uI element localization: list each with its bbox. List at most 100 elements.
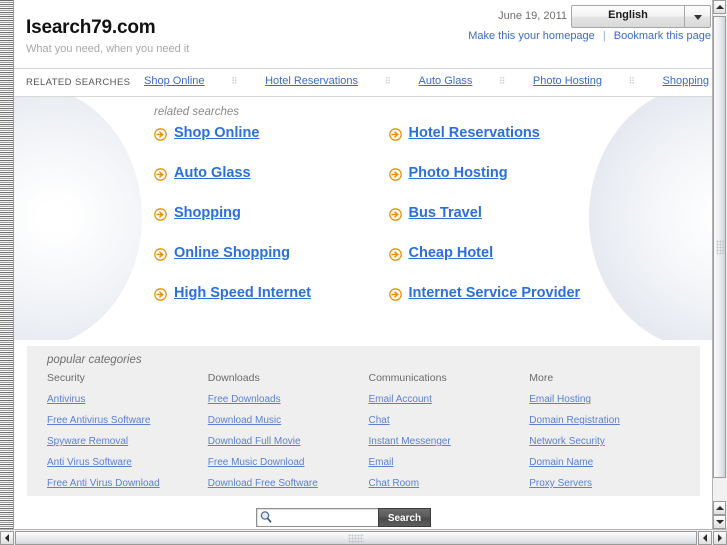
link-cell: Photo Hosting <box>388 165 624 205</box>
header-link-separator: | <box>602 30 606 42</box>
scroll-up-button[interactable] <box>713 0 726 14</box>
related-search-link[interactable]: Shop Online <box>174 125 259 141</box>
arrow-right-circle-icon <box>388 248 402 261</box>
popular-categories-title: popular categories <box>47 354 142 366</box>
related-search-nav-link[interactable]: Photo Hosting <box>533 75 602 87</box>
category-link[interactable]: Antivirus <box>47 394 208 405</box>
scroll-left-button[interactable] <box>0 531 14 545</box>
category-heading: More <box>529 372 554 384</box>
related-search-nav-link[interactable]: Auto Glass <box>419 75 473 87</box>
horizontal-scrollbar[interactable] <box>0 529 727 545</box>
search-icon <box>259 510 273 524</box>
arrow-right-circle-icon <box>154 248 167 261</box>
nav-separator-dots <box>472 77 533 86</box>
link-row: Shop Online Hotel Reservations <box>154 125 623 165</box>
category-link[interactable]: Domain Name <box>529 457 690 468</box>
category-heading: Downloads <box>207 372 260 384</box>
scroll-up-button-secondary[interactable] <box>713 501 726 515</box>
category-link[interactable]: Free Anti Virus Download <box>47 478 208 489</box>
arrow-right-circle-icon <box>154 128 167 141</box>
related-search-nav-link[interactable]: Hotel Reservations <box>265 75 358 87</box>
search-input[interactable] <box>275 510 378 523</box>
category-link[interactable]: Chat <box>369 415 530 426</box>
category-link[interactable]: Instant Messenger <box>369 436 530 447</box>
category-link[interactable]: Email Account <box>369 394 530 405</box>
category-heading: Security <box>47 372 85 384</box>
make-homepage-link[interactable]: Make this your homepage <box>468 30 595 42</box>
related-search-nav-link[interactable]: Shop Online <box>144 75 205 87</box>
arrow-right-icon <box>718 534 722 542</box>
category-link[interactable]: Email <box>369 457 530 468</box>
category-link[interactable]: Free Music Download <box>208 457 369 468</box>
related-search-link[interactable]: Photo Hosting <box>409 165 508 181</box>
link-row: High Speed Internet Internet Service Prov… <box>154 285 623 325</box>
arrow-down-icon <box>715 520 724 524</box>
arrow-up-icon <box>715 506 724 510</box>
related-search-link[interactable]: Shopping <box>174 205 241 221</box>
scrollbar-grip <box>716 240 724 254</box>
related-search-link[interactable]: Online Shopping <box>174 245 290 261</box>
related-searches-nav: Shop Online Hotel Reservations Auto Glass P… <box>144 75 709 87</box>
category-link[interactable]: Anti Virus Software <box>47 457 208 468</box>
category-column: Security Antivirus Free Antivirus Software… <box>47 372 208 499</box>
search-input-wrapper[interactable] <box>256 508 381 527</box>
related-search-link[interactable]: Hotel Reservations <box>409 125 540 141</box>
language-select-divider <box>684 6 685 27</box>
site-logo: Isearch79.com <box>26 17 156 38</box>
language-select[interactable]: English <box>571 5 711 28</box>
category-link[interactable]: Free Downloads <box>208 394 369 405</box>
link-cell: High Speed Internet <box>154 285 389 325</box>
category-link[interactable]: Email Hosting <box>529 394 690 405</box>
current-date: June 19, 2011 <box>498 10 567 22</box>
category-link[interactable]: Download Free Software <box>208 478 369 489</box>
related-search-nav-link[interactable]: Shopping <box>663 75 710 87</box>
category-column: Communications Email Account Chat Instant M… <box>369 372 530 499</box>
bookmark-page-link[interactable]: Bookmark this page <box>614 30 711 42</box>
main-section-title: related searches <box>154 106 240 118</box>
link-cell: Bus Travel <box>388 205 624 245</box>
category-link[interactable]: Download Full Movie <box>208 436 369 447</box>
nav-separator-dots <box>602 77 663 86</box>
scroll-right-button[interactable] <box>713 531 727 545</box>
category-link[interactable]: Network Security <box>529 436 690 447</box>
related-search-link[interactable]: Cheap Hotel <box>409 245 494 261</box>
link-cell: Shopping <box>154 205 389 245</box>
related-searches-main: related searches Shop Online Hotel Reserv… <box>14 97 713 340</box>
popular-categories-panel: popular categories Security Antivirus Free… <box>27 346 700 496</box>
link-cell: Internet Service Provider <box>388 285 624 325</box>
page-content: Isearch79.com What you need, when you ne… <box>14 0 713 529</box>
link-row: Shopping Bus Travel <box>154 205 623 245</box>
related-search-link[interactable]: High Speed Internet <box>174 285 311 301</box>
category-link[interactable]: Spyware Removal <box>47 436 208 447</box>
related-search-link[interactable]: Bus Travel <box>409 205 482 221</box>
related-search-link[interactable]: Internet Service Provider <box>409 285 581 301</box>
category-link[interactable]: Proxy Servers <box>529 478 690 489</box>
link-row: Online Shopping Cheap Hotel <box>154 245 623 285</box>
vertical-scrollbar[interactable] <box>712 0 727 529</box>
arrow-right-circle-icon <box>154 168 167 181</box>
arrow-right-circle-icon <box>154 288 167 301</box>
horizontal-scrollbar-thumb[interactable] <box>15 531 697 545</box>
category-link[interactable]: Free Antivirus Software <box>47 415 208 426</box>
nav-separator-dots <box>205 77 266 86</box>
category-link[interactable]: Domain Registration <box>529 415 690 426</box>
category-link[interactable]: Chat Room <box>369 478 530 489</box>
related-search-link[interactable]: Auto Glass <box>174 165 251 181</box>
category-column: Downloads Free Downloads Download Music Dow… <box>208 372 369 499</box>
chevron-down-icon <box>694 15 702 20</box>
category-link[interactable]: Download Music <box>208 415 369 426</box>
scroll-left-button-secondary[interactable] <box>698 531 712 545</box>
related-searches-strip: RELATED SEARCHES Shop Online Hotel Reserv… <box>14 69 713 97</box>
search-button[interactable]: Search <box>378 508 431 527</box>
browser-viewport: Isearch79.com What you need, when you ne… <box>0 0 727 545</box>
arrow-right-circle-icon <box>388 168 402 181</box>
arrow-left-icon <box>703 534 707 542</box>
left-gutter-texture <box>0 0 14 529</box>
related-searches-label: RELATED SEARCHES <box>26 77 131 88</box>
arrow-right-circle-icon <box>388 208 402 221</box>
popular-categories-columns: Security Antivirus Free Antivirus Software… <box>47 372 690 499</box>
language-select-value: English <box>608 9 648 21</box>
link-cell: Online Shopping <box>154 245 389 285</box>
scroll-down-button[interactable] <box>713 515 726 529</box>
vertical-scrollbar-thumb[interactable] <box>713 16 726 478</box>
